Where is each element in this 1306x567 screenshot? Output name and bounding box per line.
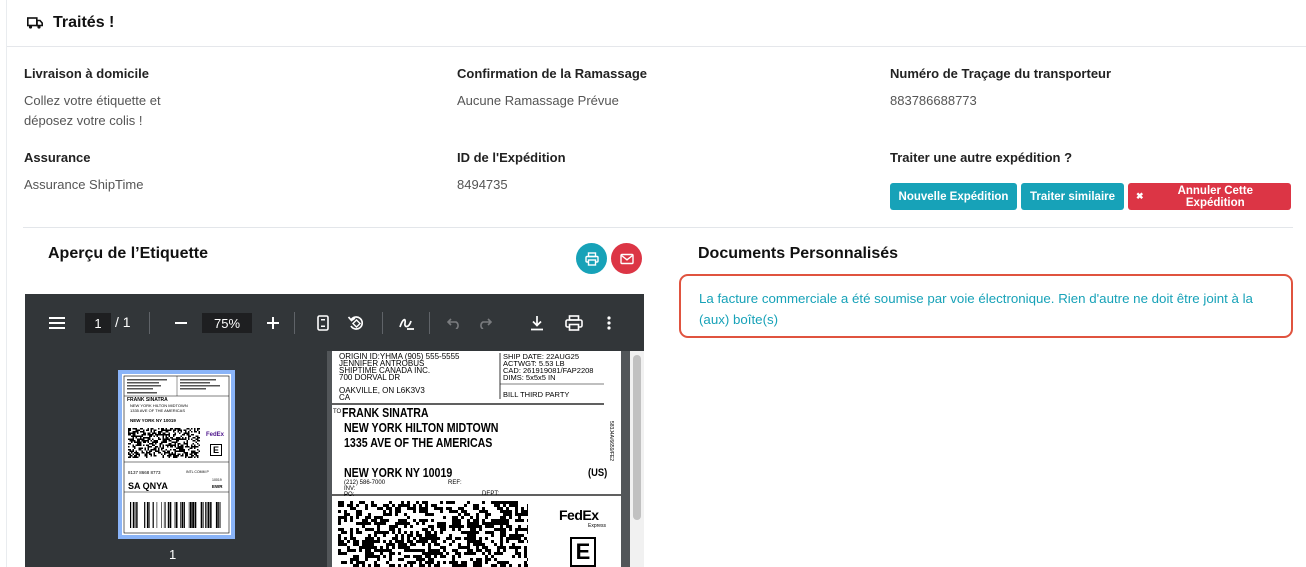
thumb-tracking: 8137 8668 8773 [128, 470, 161, 475]
annotate-icon[interactable] [395, 312, 419, 334]
fedex-express-label: Express [588, 523, 607, 529]
thumb-routing: SA QNYA [128, 481, 168, 491]
shipment-id-label: ID de l'Expédition [457, 150, 566, 165]
close-icon: ✖ [1136, 191, 1144, 201]
pdf417-barcode [338, 501, 528, 567]
thumb-zip: 10019 [212, 478, 222, 482]
recipient-line2: NEW YORK HILTON MIDTOWN [344, 421, 499, 435]
reference-label: REF: [448, 480, 462, 486]
delivery-value-line1: Collez votre étiquette et [24, 93, 161, 108]
more-options-icon[interactable] [599, 312, 619, 334]
department-label: DEPT: [482, 491, 500, 497]
printer-icon [584, 251, 599, 266]
recipient-name: FRANK SINATRA [342, 406, 429, 420]
label-page: ORIGIN ID:YHMA (905) 555-5555 JENNIFER A… [332, 351, 621, 567]
origin-block: ORIGIN ID:YHMA (905) 555-5555 JENNIFER A… [339, 353, 460, 402]
dimensions: DIMS: 5x5x5 IN [503, 373, 556, 382]
email-label-button[interactable] [611, 243, 642, 274]
delivery-label: Livraison à domicile [24, 66, 149, 81]
thumb-city: NEW YORK NY 10019 [130, 418, 176, 423]
page-number-input[interactable]: 1 [85, 313, 111, 333]
zoom-out-icon[interactable] [170, 312, 192, 334]
toolbar-separator [429, 312, 430, 334]
thumb-1d-barcode [130, 502, 221, 528]
process-similar-button[interactable]: Traiter similaire [1021, 183, 1124, 210]
toolbar-separator [149, 312, 150, 334]
cancel-shipment-button[interactable]: ✖ Annuler Cette Expédition [1128, 183, 1291, 210]
to-prefix: TO [333, 409, 342, 415]
processed-card: Traités ! Livraison à domicile Collez vo… [6, 0, 1306, 567]
scrollbar-thumb[interactable] [633, 355, 641, 520]
section-divider [23, 227, 1293, 228]
bill-type: BILL THIRD PARTY [503, 390, 570, 399]
recipient-details: (212) 586-7000 INV: PO: [344, 480, 385, 498]
print-icon[interactable] [562, 312, 586, 334]
tracking-value: 883786688773 [890, 93, 977, 108]
thumb-fedex-logo: FedEx [206, 432, 225, 438]
rotate-icon[interactable] [344, 312, 368, 334]
card-header: Traités ! [7, 0, 1306, 47]
side-code: 583J4A/6659/FE2 [608, 421, 614, 462]
zoom-in-icon[interactable] [262, 312, 284, 334]
origin-line4: 700 DORVAL DR [339, 373, 401, 382]
fit-page-icon[interactable] [312, 312, 334, 334]
menu-icon[interactable] [45, 312, 69, 334]
toolbar-separator [382, 312, 383, 334]
thumbnail-sidebar: FRANK SINATRA NEW YORK HILTON MIDTOWN 13… [25, 351, 327, 567]
thumb-e-mark: E [210, 444, 223, 456]
thumbnail-page-number: 1 [169, 547, 177, 562]
page-title: Traités ! [53, 14, 115, 31]
fedex-logo: FedEx [559, 507, 599, 523]
country-code: (US) [588, 467, 608, 479]
thumb-2d-barcode [128, 428, 200, 458]
delivery-value-line2: déposez votre colis ! [24, 113, 143, 128]
shipment-id-value: 8494735 [457, 177, 508, 192]
document-area: ORIGIN ID:YHMA (905) 555-5555 JENNIFER A… [327, 351, 644, 567]
recipient-po: PO: [344, 492, 355, 498]
truck-icon [27, 17, 43, 29]
fedex-logo-ex: Ex [582, 507, 599, 523]
pdf-toolbar: 1 / 1 75% [25, 294, 644, 351]
envelope-icon [619, 253, 634, 264]
page-thumbnail[interactable]: FRANK SINATRA NEW YORK HILTON MIDTOWN 13… [118, 370, 235, 539]
insurance-label: Assurance [24, 150, 91, 165]
page-total: / 1 [115, 314, 131, 330]
pdf-viewer: 1 / 1 75% FRANK SINATRA NEW YORK HILTON … [25, 294, 644, 567]
download-icon[interactable] [526, 312, 548, 334]
tracking-label: Numéro de Traçage du transporteur [890, 66, 1112, 81]
delivery-value: Collez votre étiquette et déposez votre … [24, 91, 161, 131]
document-scrollbar[interactable] [630, 351, 644, 567]
print-label-button[interactable] [576, 243, 607, 274]
pickup-value: Aucune Ramassage Prévue [457, 93, 619, 108]
redo-icon[interactable] [474, 312, 496, 334]
fedex-logo-fed: Fed [559, 507, 583, 523]
recipient-city: NEW YORK NY 10019 [344, 466, 453, 480]
origin-line6: CA [339, 393, 351, 402]
toolbar-separator [294, 312, 295, 334]
thumbnail-page: FRANK SINATRA NEW YORK HILTON MIDTOWN 13… [122, 374, 231, 535]
label-preview-title: Aperçu de l’Etiquette [48, 245, 209, 262]
pickup-label: Confirmation de la Ramassage [457, 66, 647, 81]
origin-line5: OAKVILLE, ON L6K3V3 [339, 386, 425, 395]
thumb-ewr: EWR [212, 484, 223, 489]
another-shipment-label: Traiter une autre expédition ? [890, 150, 1073, 165]
custom-documents-title: Documents Personnalisés [698, 245, 899, 262]
insurance-value: Assurance ShipTime [24, 177, 144, 192]
zoom-input[interactable]: 75% [202, 313, 252, 333]
undo-icon[interactable] [443, 312, 465, 334]
new-shipment-button[interactable]: Nouvelle Expédition [890, 183, 1017, 210]
service-e-mark: E [570, 537, 596, 567]
recipient-line3: 1335 AVE OF THE AMERICAS [344, 436, 493, 450]
thumb-to-line3: 1335 AVE OF THE AMERICAS [130, 408, 185, 413]
shipment-details-block: SHIP DATE: 22AUG25 ACTWGT: 5.53 LB CAD: … [503, 353, 593, 382]
cancel-shipment-label: Annuler Cette Expédition [1177, 184, 1253, 209]
commercial-invoice-notice: La facture commerciale a été soumise par… [679, 274, 1293, 338]
thumb-service: INTL COMM P [186, 470, 209, 474]
